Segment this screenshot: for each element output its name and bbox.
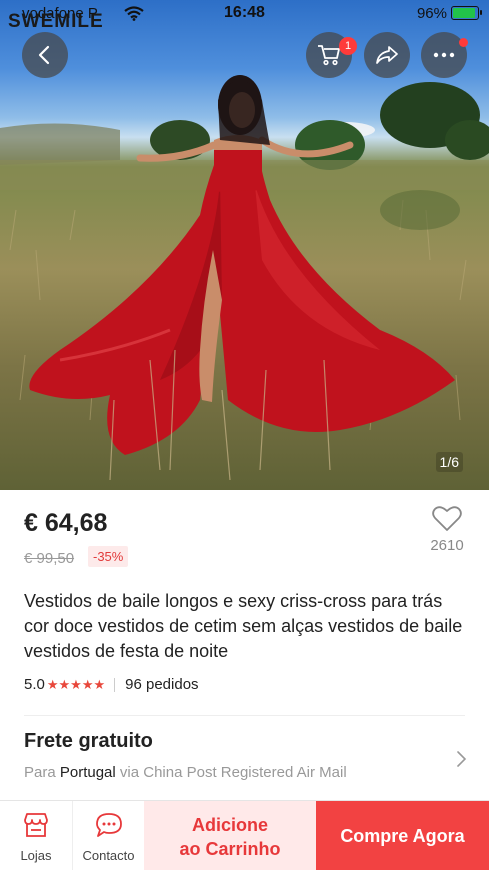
clock: 16:48 xyxy=(224,4,265,21)
shipping-method: via China Post Registered Air Mail xyxy=(119,764,347,781)
contact-button[interactable]: Contacto xyxy=(72,801,144,870)
more-dots-icon xyxy=(433,52,455,58)
heart-icon xyxy=(432,506,462,531)
contact-label: Contacto xyxy=(82,848,135,863)
status-bar: vodafone P SWEMILE 16:48 96% xyxy=(0,0,489,32)
shipping-title[interactable]: Frete gratuito xyxy=(24,730,153,753)
back-button[interactable] xyxy=(22,32,68,78)
rating-stars: ★★★★★ xyxy=(46,676,106,692)
cart-icon xyxy=(318,45,340,66)
chevron-right-icon[interactable] xyxy=(456,750,468,768)
discount-badge: -35% xyxy=(88,546,129,567)
order-count: 96 pedidos xyxy=(125,676,199,693)
share-button[interactable] xyxy=(364,32,410,78)
product-photo xyxy=(0,75,489,481)
rating-value: 5.0 xyxy=(24,676,45,693)
divider xyxy=(114,677,116,692)
notification-dot xyxy=(459,38,468,47)
store-icon xyxy=(24,813,48,837)
battery-percent: 96% xyxy=(416,5,447,22)
current-price: € 64,68 xyxy=(24,509,108,537)
chat-icon xyxy=(95,813,122,837)
product-image[interactable]: 1/6 xyxy=(0,0,489,490)
wishlist-button[interactable] xyxy=(428,505,466,537)
shipping-to-prefix: Para xyxy=(24,764,56,781)
cart-count-badge: 1 xyxy=(339,37,357,55)
shipping-country: Portugal xyxy=(59,764,116,781)
store-button[interactable]: Lojas xyxy=(0,801,72,870)
bottom-action-bar: Lojas Contacto Adicione ao Carrinho Comp… xyxy=(0,800,489,870)
rating-row[interactable]: 5.0 ★★★★★ 96 pedidos xyxy=(24,676,199,693)
buy-now-button[interactable]: Compre Agora xyxy=(316,801,489,870)
add-to-cart-button[interactable]: Adicione ao Carrinho xyxy=(144,801,316,870)
original-price: € 99,50 xyxy=(24,550,75,567)
wishlist-count: 2610 xyxy=(430,537,464,554)
section-divider xyxy=(24,715,465,716)
add-to-cart-line1: Adicione xyxy=(191,815,268,835)
image-counter: 1/6 xyxy=(435,452,463,472)
shipping-details[interactable]: Para Portugal via China Post Registered … xyxy=(24,764,347,781)
add-to-cart-line2: ao Carrinho xyxy=(179,839,281,859)
battery-icon xyxy=(451,6,482,20)
chevron-left-icon xyxy=(38,45,50,65)
store-label: Lojas xyxy=(20,848,52,863)
product-title: Vestidos de baile longos e sexy criss-cr… xyxy=(24,591,463,661)
share-icon xyxy=(376,46,398,64)
